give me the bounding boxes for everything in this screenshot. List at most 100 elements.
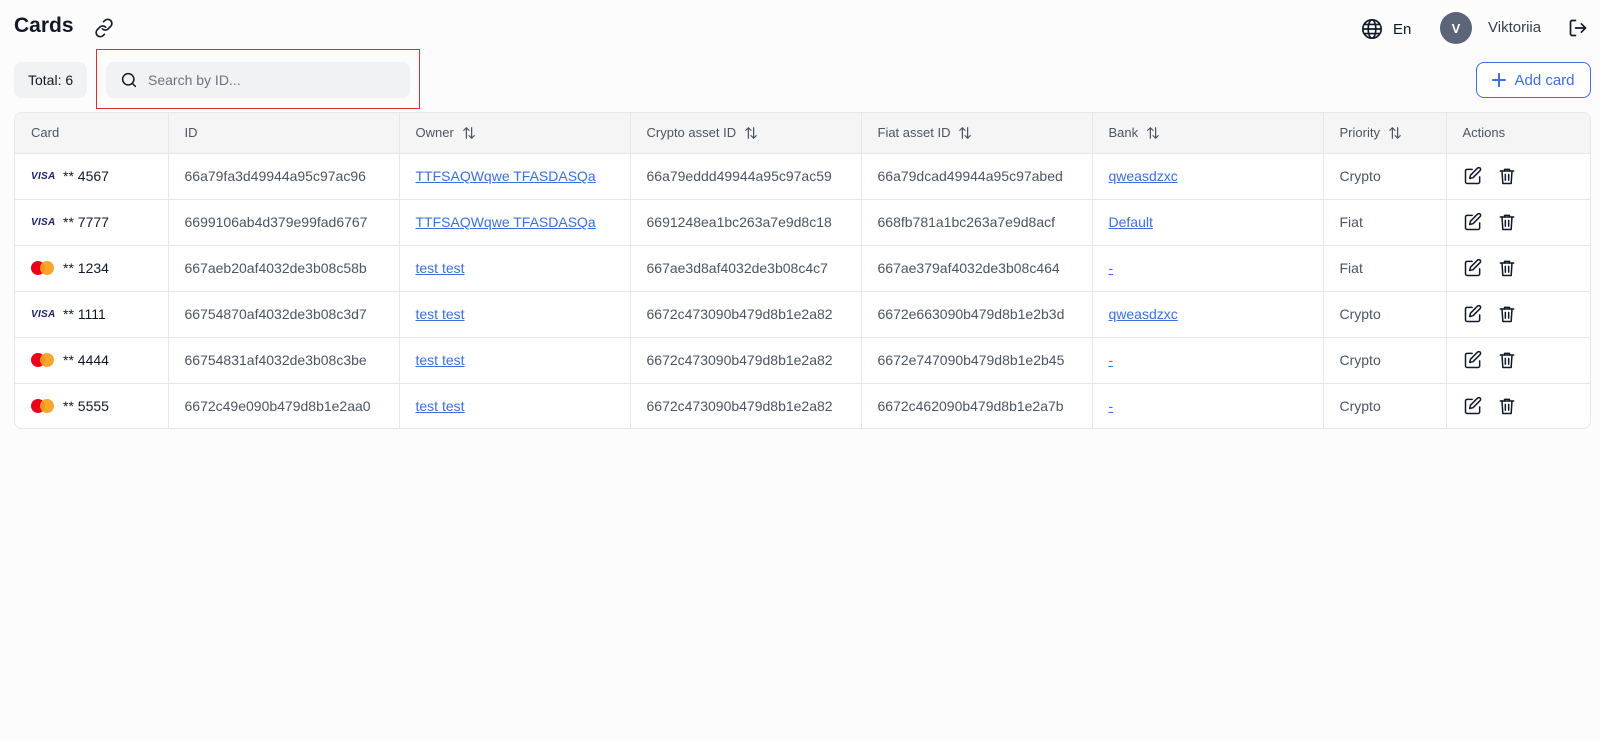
sort-icon[interactable] (1146, 126, 1160, 140)
avatar[interactable]: V (1440, 12, 1472, 44)
card-number: ** 1234 (63, 260, 109, 276)
column-header-id: ID (168, 113, 400, 154)
search-input[interactable] (148, 72, 398, 88)
card-number: ** 4444 (63, 352, 109, 368)
visa-logo: VISA (31, 170, 56, 182)
bank-link[interactable]: qweasdzxc (1109, 168, 1178, 184)
delete-icon[interactable] (1497, 396, 1517, 416)
crypto-asset-id-cell: 66a79eddd49944a95c97ac59 (630, 153, 862, 200)
bank-cell: - (1092, 383, 1324, 428)
delete-icon[interactable] (1497, 166, 1517, 186)
sort-icon[interactable] (958, 126, 972, 140)
bank-link[interactable]: qweasdzxc (1109, 306, 1178, 322)
bank-cell: - (1092, 337, 1324, 384)
cards-table: Card ID Owner Crypto asset ID Fiat asset… (14, 112, 1591, 429)
id-cell: 667aeb20af4032de3b08c58b (168, 245, 400, 292)
actions-cell (1446, 199, 1590, 246)
table-row: ** 1234 667aeb20af4032de3b08c58b test te… (15, 245, 1590, 292)
search-box[interactable] (106, 62, 410, 98)
bank-link[interactable]: - (1109, 398, 1114, 414)
bank-link[interactable]: Default (1109, 214, 1153, 230)
delete-icon[interactable] (1497, 350, 1517, 370)
edit-icon[interactable] (1463, 304, 1483, 324)
owner-cell: test test (399, 291, 631, 338)
edit-icon[interactable] (1463, 212, 1483, 232)
owner-link[interactable]: TTFSAQWqwe TFASDASQa (416, 168, 596, 184)
mastercard-logo (31, 261, 55, 275)
mastercard-logo (31, 399, 55, 414)
column-header-crypto-asset-id[interactable]: Crypto asset ID (630, 113, 862, 154)
link-icon[interactable] (94, 18, 114, 38)
edit-icon[interactable] (1463, 166, 1483, 186)
table-row: VISA ** 7777 6699106ab4d379e99fad6767 TT… (15, 199, 1590, 246)
fiat-asset-id-cell: 667ae379af4032de3b08c464 (861, 245, 1093, 292)
globe-icon (1362, 19, 1382, 39)
owner-link[interactable]: TTFSAQWqwe TFASDASQa (416, 214, 596, 230)
actions-cell (1446, 337, 1590, 384)
edit-icon[interactable] (1463, 396, 1483, 416)
crypto-asset-id-cell: 6691248ea1bc263a7e9d8c18 (630, 199, 862, 246)
id-cell: 66754831af4032de3b08c3be (168, 337, 400, 384)
logout-icon[interactable] (1568, 18, 1588, 38)
actions-cell (1446, 291, 1590, 338)
id-cell: 6672c49e090b479d8b1e2aa0 (168, 383, 400, 428)
language-selector[interactable]: En (1361, 18, 1411, 40)
table-header-row: Card ID Owner Crypto asset ID Fiat asset… (15, 113, 1590, 154)
fiat-asset-id-cell: 66a79dcad49944a95c97abed (861, 153, 1093, 200)
bank-cell: Default (1092, 199, 1324, 246)
fiat-asset-id-cell: 6672e663090b479d8b1e2b3d (861, 291, 1093, 338)
card-cell: VISA ** 1111 (15, 291, 169, 338)
user-name[interactable]: Viktoriia (1488, 19, 1541, 36)
card-number: ** 4567 (63, 168, 109, 184)
bank-cell: - (1092, 245, 1324, 292)
column-header-fiat-asset-id[interactable]: Fiat asset ID (861, 113, 1093, 154)
sort-icon[interactable] (462, 126, 476, 140)
owner-cell: TTFSAQWqwe TFASDASQa (399, 199, 631, 246)
sort-icon[interactable] (744, 126, 758, 140)
owner-cell: test test (399, 383, 631, 428)
crypto-asset-id-cell: 6672c473090b479d8b1e2a82 (630, 337, 862, 384)
card-number: ** 1111 (63, 306, 106, 322)
bank-link[interactable]: - (1109, 352, 1114, 368)
owner-cell: test test (399, 245, 631, 292)
priority-cell: Fiat (1323, 245, 1447, 292)
edit-icon[interactable] (1463, 350, 1483, 370)
edit-icon[interactable] (1463, 258, 1483, 278)
bank-cell: qweasdzxc (1092, 153, 1324, 200)
plus-icon (1492, 73, 1507, 87)
fiat-asset-id-cell: 6672c462090b479d8b1e2a7b (861, 383, 1093, 428)
total-count-badge: Total: 6 (14, 62, 88, 98)
owner-link[interactable]: test test (416, 260, 465, 276)
add-card-button[interactable]: Add card (1476, 62, 1591, 98)
add-card-label: Add card (1514, 71, 1575, 89)
column-header-card: Card (15, 113, 169, 154)
owner-link[interactable]: test test (416, 398, 465, 414)
table-row: ** 5555 6672c49e090b479d8b1e2aa0 test te… (15, 383, 1590, 428)
card-cell: VISA ** 4567 (15, 153, 169, 200)
card-number: ** 5555 (63, 398, 109, 415)
language-label: En (1393, 20, 1412, 38)
column-header-owner[interactable]: Owner (399, 113, 631, 154)
card-cell: VISA ** 7777 (15, 199, 169, 246)
column-header-bank[interactable]: Bank (1092, 113, 1324, 154)
actions-cell (1446, 153, 1590, 200)
visa-logo: VISA (31, 216, 56, 228)
search-icon (121, 72, 137, 88)
card-cell: ** 1234 (15, 245, 169, 292)
crypto-asset-id-cell: 667ae3d8af4032de3b08c4c7 (630, 245, 862, 292)
delete-icon[interactable] (1497, 304, 1517, 324)
table-row: ** 4444 66754831af4032de3b08c3be test te… (15, 337, 1590, 384)
delete-icon[interactable] (1497, 212, 1517, 232)
delete-icon[interactable] (1497, 258, 1517, 278)
fiat-asset-id-cell: 6672e747090b479d8b1e2b45 (861, 337, 1093, 384)
owner-link[interactable]: test test (416, 352, 465, 368)
card-cell: ** 5555 (15, 383, 169, 428)
bank-link[interactable]: - (1109, 260, 1114, 276)
owner-link[interactable]: test test (416, 306, 465, 322)
priority-cell: Crypto (1323, 153, 1447, 200)
sort-icon[interactable] (1388, 126, 1402, 140)
column-header-priority[interactable]: Priority (1323, 113, 1447, 154)
crypto-asset-id-cell: 6672c473090b479d8b1e2a82 (630, 383, 862, 428)
actions-cell (1446, 245, 1590, 292)
table-row: VISA ** 4567 66a79fa3d49944a95c97ac96 TT… (15, 153, 1590, 200)
